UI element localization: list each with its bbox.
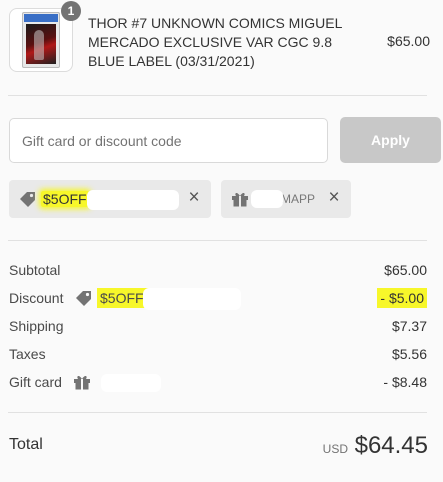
total-label: Total [9,436,43,453]
shipping-label: Shipping [9,318,64,334]
discount-code-text: $5OFF [41,191,89,207]
cover-figure [34,30,44,60]
discount-label: Discount [9,290,64,306]
redaction-mark [251,190,283,208]
remove-gift-card-button[interactable]: × [325,188,343,207]
redaction-mark [143,288,241,310]
divider [8,95,427,96]
gift-icon [74,375,90,390]
comic-slab-image [22,12,60,68]
cgc-blue-label [24,14,58,22]
discount-code-input[interactable] [9,118,328,163]
gift-card-value: - $8.48 [383,374,427,390]
apply-button[interactable]: Apply [340,117,441,163]
product-title: THOR #7 UNKNOWN COMICS MIGUEL MERCADO EX… [88,15,342,69]
total-currency: USD [322,442,348,456]
taxes-row: Taxes $5.56 [9,344,427,364]
remove-discount-button[interactable]: × [185,188,203,207]
gift-card-row: Gift card - $8.48 [9,372,427,392]
divider [8,412,427,413]
total-value: $64.45 [354,432,428,459]
quantity-badge: 1 [61,1,81,21]
product-price: $65.00 [387,33,430,49]
discount-row: Discount $5OFF/ - $5.00 [9,288,427,310]
subtotal-value: $65.00 [384,262,427,278]
subtotal-label: Subtotal [9,262,61,278]
shipping-row: Shipping $7.37 [9,316,427,336]
redaction-mark [87,190,179,210]
subtotal-row: Subtotal $65.00 [9,260,427,280]
comic-cover-art [26,24,56,64]
gift-card-code-text: MAPP [281,192,316,206]
applied-discount-tag: $5OFF × [9,180,211,218]
taxes-value: $5.56 [391,346,427,362]
discount-value: - $5.00 [377,288,427,308]
tag-icon [20,192,35,207]
redaction-mark [101,374,161,392]
shipping-value: $7.37 [391,318,427,334]
tag-icon [76,291,91,306]
divider [8,240,427,241]
order-summary: 1 THOR #7 UNKNOWN COMICS MIGUEL MERCADO … [0,0,443,482]
applied-gift-card-tag: MAPP × [221,180,351,218]
gift-card-label: Gift card [9,374,62,390]
gift-icon [232,192,248,207]
taxes-label: Taxes [9,346,46,362]
